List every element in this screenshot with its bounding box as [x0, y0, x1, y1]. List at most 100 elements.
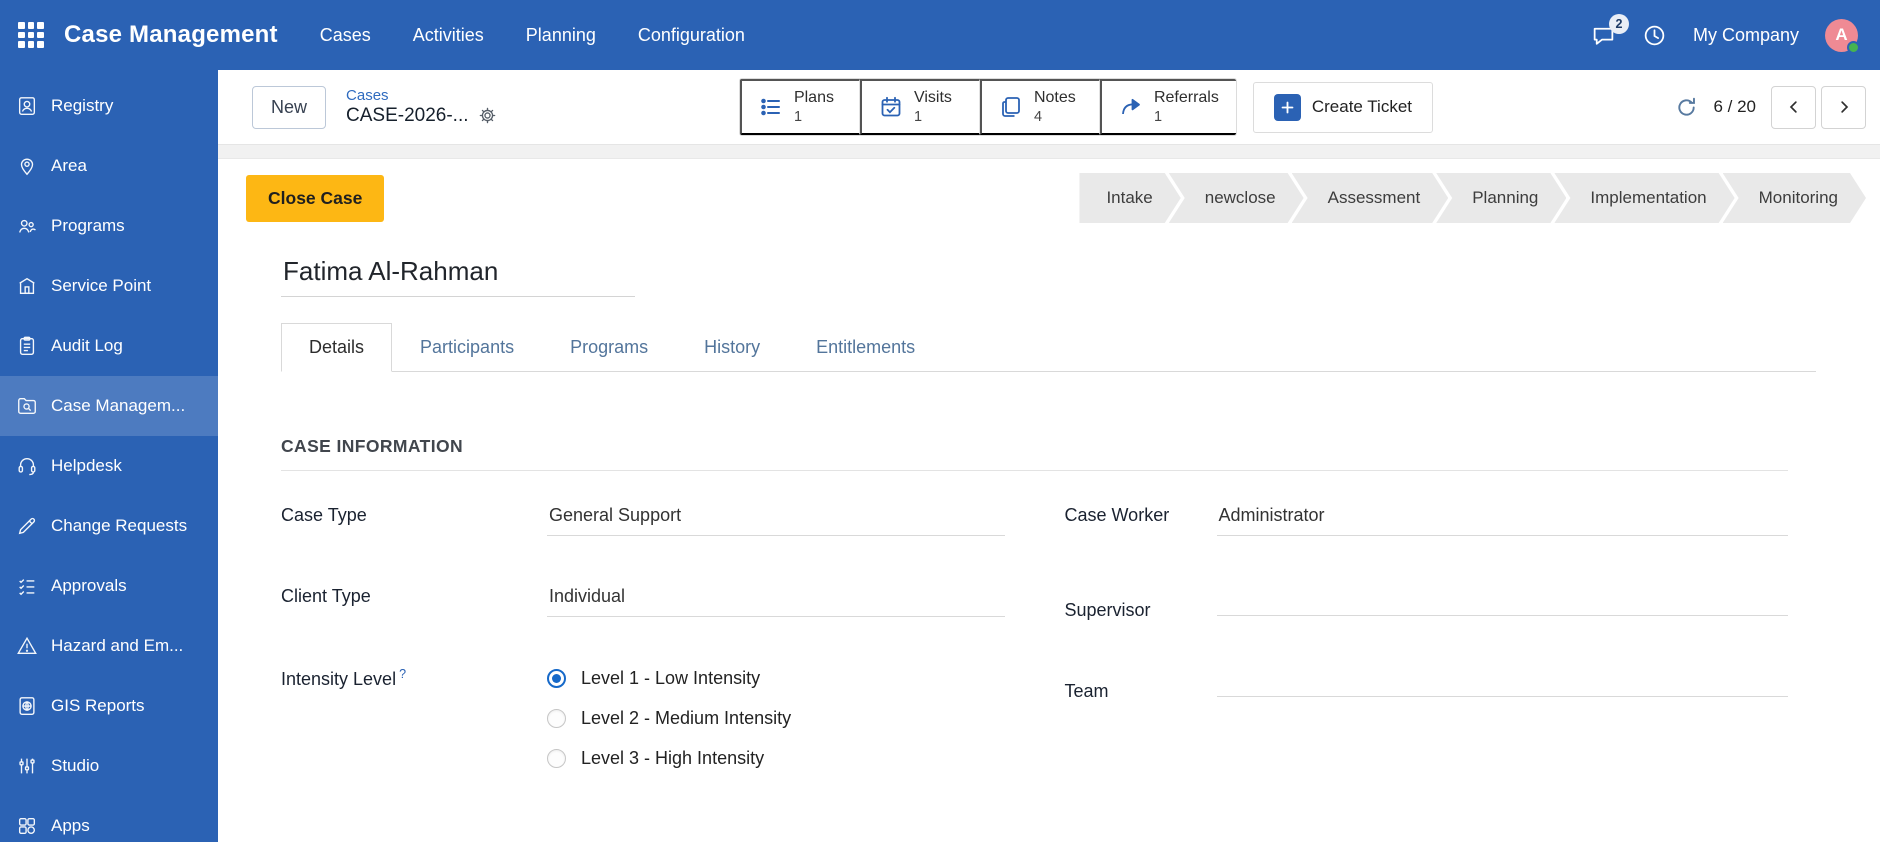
field-team: Team — [1065, 667, 1788, 711]
online-status-dot — [1847, 40, 1860, 54]
menu-planning[interactable]: Planning — [526, 25, 596, 46]
stage-planning[interactable]: Planning — [1436, 173, 1566, 223]
new-button[interactable]: New — [252, 85, 327, 129]
help-question-icon[interactable]: ? — [399, 667, 406, 681]
registry-icon — [18, 97, 36, 115]
case-type-value[interactable]: General Support — [547, 505, 1005, 536]
sidebar-item-label: Audit Log — [51, 336, 123, 355]
sidebar-item-label: Change Requests — [51, 516, 188, 535]
form-tabs: Details Participants Programs History En… — [281, 323, 1816, 372]
previous-record-button[interactable] — [1771, 85, 1816, 129]
next-record-button[interactable] — [1821, 85, 1866, 129]
record-name-field[interactable]: Fatima Al-Rahman — [281, 254, 635, 297]
navbar-left: Case Management Cases Activities Plannin… — [18, 21, 745, 49]
sidebar-item-label: Hazard and Em... — [51, 636, 184, 655]
messages-badge: 2 — [1608, 13, 1629, 34]
sidebar-item-change-requests[interactable]: Change Requests — [0, 496, 218, 556]
sidebar-item-hazard[interactable]: Hazard and Em... — [0, 616, 218, 676]
sidebar-item-service-point[interactable]: Service Point — [0, 256, 218, 316]
tab-participants[interactable]: Participants — [392, 323, 542, 372]
breadcrumb-current: CASE-2026-... — [346, 104, 469, 126]
panel-divider — [218, 144, 1880, 159]
field-case-type: Case Type General Support — [281, 505, 1005, 549]
main-content: New Cases CASE-2026-... Plans 1 Visits 1… — [218, 70, 1880, 842]
sidebar-item-label: Helpdesk — [51, 456, 122, 475]
studio-icon — [19, 758, 35, 774]
sidebar-item-studio[interactable]: Studio — [0, 736, 218, 796]
sidebar-item-label: GIS Reports — [51, 696, 145, 715]
top-navbar: Case Management Cases Activities Plannin… — [0, 0, 1880, 70]
pager-counter: 6 / 20 — [1713, 97, 1756, 116]
menu-configuration[interactable]: Configuration — [638, 25, 745, 46]
visits-button[interactable]: Visits 1 — [859, 78, 980, 136]
sidebar-item-approvals[interactable]: Approvals — [0, 556, 218, 616]
tab-history[interactable]: History — [676, 323, 788, 372]
client-type-value[interactable]: Individual — [547, 586, 1005, 617]
radio-level-2[interactable]: Level 2 - Medium Intensity — [547, 708, 791, 729]
create-ticket-button[interactable]: Create Ticket — [1252, 81, 1434, 133]
refresh-icon[interactable] — [1675, 96, 1698, 119]
sidebar: Registry Area Programs Service Point Aud… — [0, 70, 218, 842]
stage-assessment[interactable]: Assessment — [1292, 173, 1449, 223]
referrals-button[interactable]: Referrals 1 — [1099, 78, 1236, 136]
gear-icon[interactable] — [478, 106, 497, 125]
tab-entitlements[interactable]: Entitlements — [788, 323, 943, 372]
control-panel: New Cases CASE-2026-... Plans 1 Visits 1… — [218, 70, 1880, 144]
apps-grid-icon[interactable] — [18, 22, 44, 48]
sidebar-item-gis-reports[interactable]: GIS Reports — [0, 676, 218, 736]
sidebar-item-case-management[interactable]: Case Managem... — [0, 376, 218, 436]
helpdesk-icon — [18, 457, 36, 476]
stage-newclose[interactable]: newclose — [1169, 173, 1304, 223]
radio-unchecked-icon — [547, 709, 566, 728]
case-management-icon — [18, 397, 36, 415]
activities-clock-icon[interactable] — [1642, 23, 1667, 48]
status-pipeline: Intake newclose Assessment Planning Impl… — [1079, 173, 1870, 223]
messages-icon[interactable]: 2 — [1591, 13, 1629, 48]
plans-label: Plans — [793, 88, 834, 106]
create-ticket-label: Create Ticket — [1311, 97, 1413, 116]
apps-icon — [18, 817, 36, 835]
client-type-label: Client Type — [281, 586, 371, 606]
field-case-worker: Case Worker Administrator — [1065, 505, 1788, 549]
menu-cases[interactable]: Cases — [320, 25, 371, 46]
user-avatar[interactable]: A — [1825, 18, 1860, 54]
sidebar-item-area[interactable]: Area — [0, 136, 218, 196]
service-point-icon — [19, 277, 35, 295]
breadcrumb-parent[interactable]: Cases — [346, 87, 497, 105]
plans-button[interactable]: Plans 1 — [739, 78, 860, 136]
programs-icon — [19, 219, 36, 233]
company-switcher[interactable]: My Company — [1693, 25, 1799, 46]
field-intensity-level: Intensity Level? Level 1 - Low Intensity… — [281, 667, 1005, 769]
plus-icon — [1273, 93, 1301, 121]
case-worker-value[interactable]: Administrator — [1216, 505, 1788, 536]
referrals-count: 1 — [1153, 108, 1163, 125]
visits-calendar-icon — [879, 95, 903, 119]
section-title: CASE INFORMATION — [281, 436, 464, 456]
radio-level-3[interactable]: Level 3 - High Intensity — [547, 748, 791, 769]
gis-reports-icon — [19, 697, 35, 715]
tab-programs[interactable]: Programs — [542, 323, 676, 372]
visits-count: 1 — [913, 108, 923, 125]
notes-icon — [999, 95, 1023, 119]
sidebar-item-registry[interactable]: Registry — [0, 76, 218, 136]
notes-button[interactable]: Notes 4 — [979, 78, 1100, 136]
navbar-right: 2 My Company A — [1591, 13, 1860, 54]
tab-details[interactable]: Details — [281, 323, 393, 372]
sidebar-item-label: Approvals — [51, 576, 127, 595]
stage-intake[interactable]: Intake — [1079, 173, 1180, 223]
sidebar-item-apps[interactable]: Apps — [0, 796, 218, 842]
stage-monitoring[interactable]: Monitoring — [1723, 173, 1866, 223]
radio-level-1[interactable]: Level 1 - Low Intensity — [547, 668, 791, 689]
supervisor-value[interactable] — [1216, 586, 1788, 616]
sidebar-item-audit-log[interactable]: Audit Log — [0, 316, 218, 376]
stage-implementation[interactable]: Implementation — [1554, 173, 1734, 223]
close-case-button[interactable]: Close Case — [246, 174, 385, 222]
sidebar-item-helpdesk[interactable]: Helpdesk — [0, 436, 218, 496]
menu-activities[interactable]: Activities — [413, 25, 484, 46]
intensity-level-label: Intensity Level? — [281, 667, 407, 689]
referrals-label: Referrals — [1153, 88, 1219, 106]
form-sheet: Fatima Al-Rahman Details Participants Pr… — [218, 236, 1880, 842]
smart-buttons: Plans 1 Visits 1 Notes 4 Referrals 1 Cre… — [738, 77, 1434, 137]
team-value[interactable] — [1216, 667, 1788, 697]
sidebar-item-programs[interactable]: Programs — [0, 196, 218, 256]
